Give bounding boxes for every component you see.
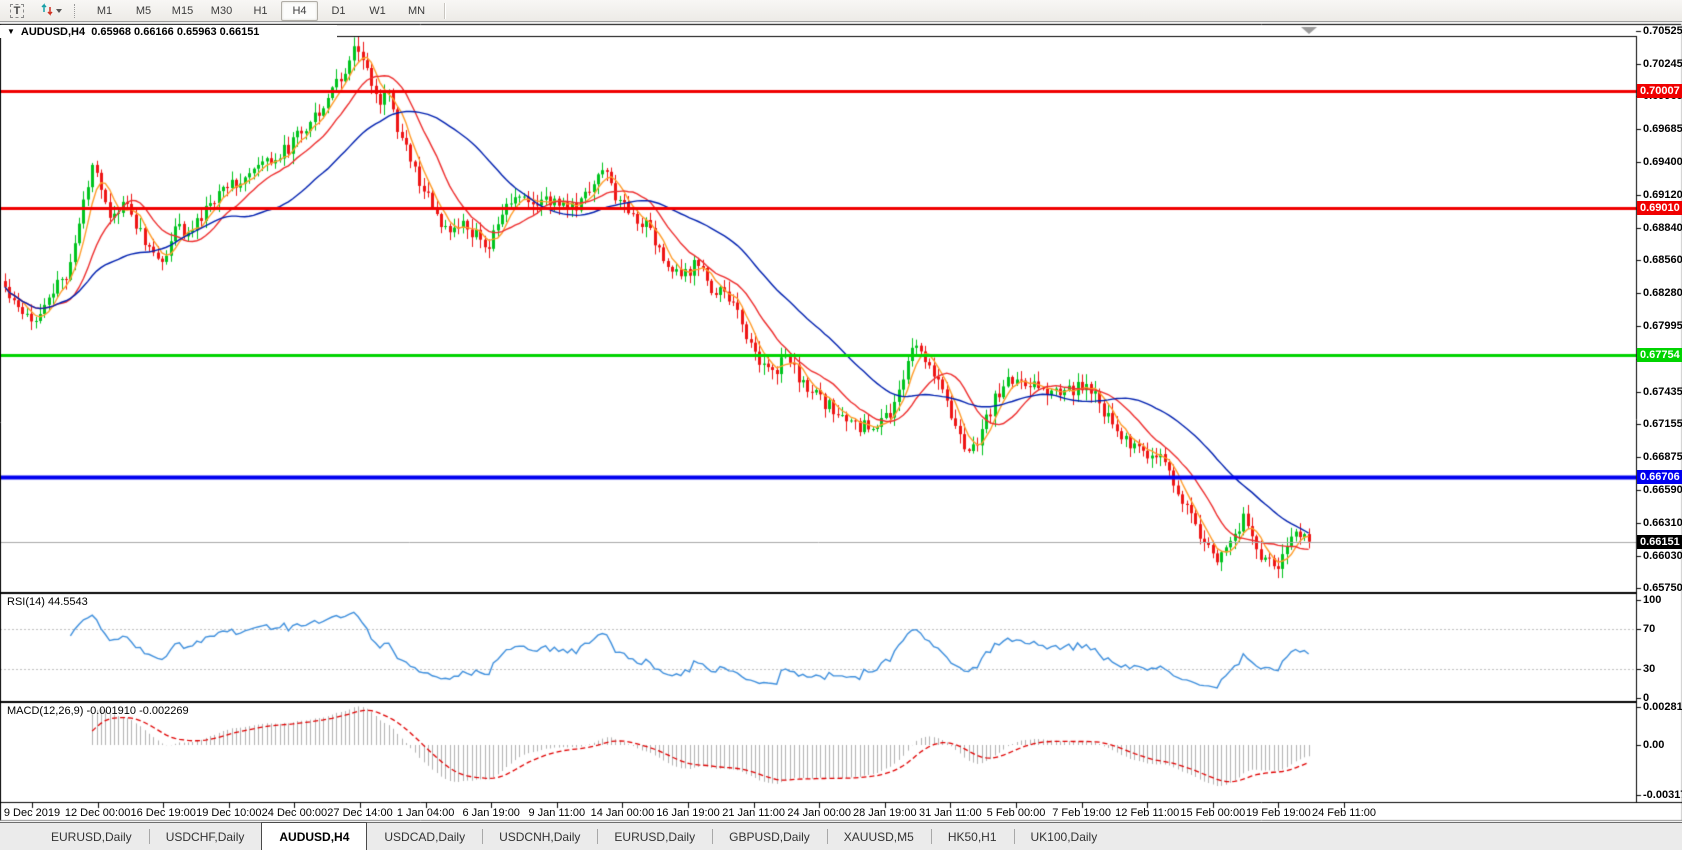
rsi-tick-label: 30 [1643, 663, 1655, 675]
time-tick-label: 9 Dec 2019 [4, 807, 60, 819]
price-tick-label: 0.67435 [1643, 385, 1682, 399]
price-tick-label: 0.70525 [1643, 24, 1682, 38]
price-tick-label: 0.66875 [1643, 450, 1682, 464]
chart-surface[interactable] [0, 0, 1682, 822]
chart-tab-gbpusd-daily[interactable]: GBPUSD,Daily [712, 823, 827, 850]
time-tick-label: 16 Jan 19:00 [656, 807, 720, 819]
chart-tab-uk100-daily[interactable]: UK100,Daily [1014, 823, 1115, 850]
chart-tab-audusd-h4[interactable]: AUDUSD,H4 [261, 822, 367, 850]
chart-tab-usdcad-daily[interactable]: USDCAD,Daily [367, 823, 482, 850]
rsi-tick-label: 100 [1643, 594, 1661, 606]
chart-title: AUDUSD,H4 0.65968 0.66166 0.65963 0.6615… [21, 26, 260, 38]
chart-tab-hk50-h1[interactable]: HK50,H1 [931, 823, 1014, 850]
chart-tab-usdchf-daily[interactable]: USDCHF,Daily [149, 823, 262, 850]
price-tick-label: 0.66030 [1643, 549, 1682, 563]
price-tick-label: 0.66310 [1643, 516, 1682, 530]
macd-tick-label: 0.00 [1643, 739, 1664, 751]
price-tick-label: 0.70245 [1643, 57, 1682, 71]
price-tick-label: 0.68280 [1643, 286, 1682, 300]
terminal-window: T M1M5M15M30H1H4D1W1MN ▼ AUDUSD,H4 0.659… [0, 0, 1682, 850]
time-tick-label: 6 Jan 19:00 [462, 807, 520, 819]
time-tick-label: 19 Feb 19:00 [1246, 807, 1311, 819]
time-tick-label: 9 Jan 11:00 [528, 807, 585, 819]
chart-tab-bar: EURUSD,DailyUSDCHF,DailyAUDUSD,H4USDCAD,… [0, 822, 1682, 850]
macd-indicator-label: MACD(12,26,9) -0.001910 -0.002269 [7, 705, 189, 717]
current-price-label: 0.66151 [1637, 535, 1682, 549]
price-tick-label: 0.68560 [1643, 253, 1682, 267]
level-price-label: 0.67754 [1637, 348, 1682, 362]
time-tick-label: 5 Feb 00:00 [987, 807, 1046, 819]
chart-tab-eurusd-daily[interactable]: EURUSD,Daily [597, 823, 712, 850]
time-tick-label: 21 Jan 11:00 [722, 807, 785, 819]
price-tick-label: 0.68840 [1643, 221, 1682, 235]
time-tick-label: 27 Dec 14:00 [327, 807, 392, 819]
rsi-tick-label: 70 [1643, 623, 1655, 635]
collapse-chart-icon[interactable]: ▼ [7, 27, 15, 36]
level-price-label: 0.69010 [1637, 201, 1682, 215]
chart-tab-usdcnh-daily[interactable]: USDCNH,Daily [482, 823, 597, 850]
time-tick-label: 12 Dec 00:00 [65, 807, 130, 819]
price-tick-label: 0.67155 [1643, 417, 1682, 431]
rsi-indicator-label: RSI(14) 44.5543 [7, 596, 88, 608]
time-tick-label: 14 Jan 00:00 [591, 807, 655, 819]
price-tick-label: 0.69400 [1643, 155, 1682, 169]
macd-tick-label: -0.003179 [1643, 789, 1682, 801]
time-tick-label: 24 Feb 11:00 [1312, 807, 1376, 819]
level-price-label: 0.70007 [1637, 84, 1682, 98]
time-tick-label: 24 Jan 00:00 [787, 807, 851, 819]
price-tick-label: 0.67995 [1643, 319, 1682, 333]
time-tick-label: 24 Dec 00:00 [262, 807, 327, 819]
time-tick-label: 7 Feb 19:00 [1052, 807, 1111, 819]
time-tick-label: 31 Jan 11:00 [919, 807, 982, 819]
time-tick-label: 19 Dec 10:00 [196, 807, 261, 819]
time-tick-label: 1 Jan 04:00 [397, 807, 455, 819]
chart-tab-eurusd-daily[interactable]: EURUSD,Daily [34, 823, 149, 850]
time-tick-label: 16 Dec 19:00 [130, 807, 195, 819]
level-price-label: 0.66706 [1637, 470, 1682, 484]
chart-title-row: ▼ AUDUSD,H4 0.65968 0.66166 0.65963 0.66… [0, 25, 337, 38]
chart-tab-xauusd-m5[interactable]: XAUUSD,M5 [827, 823, 931, 850]
price-tick-label: 0.69685 [1643, 122, 1682, 136]
macd-tick-label: 0.002817 [1643, 701, 1682, 713]
price-tick-label: 0.66590 [1643, 483, 1682, 497]
time-tick-label: 28 Jan 19:00 [853, 807, 917, 819]
time-tick-label: 12 Feb 11:00 [1115, 807, 1179, 819]
time-tick-label: 15 Feb 00:00 [1180, 807, 1245, 819]
